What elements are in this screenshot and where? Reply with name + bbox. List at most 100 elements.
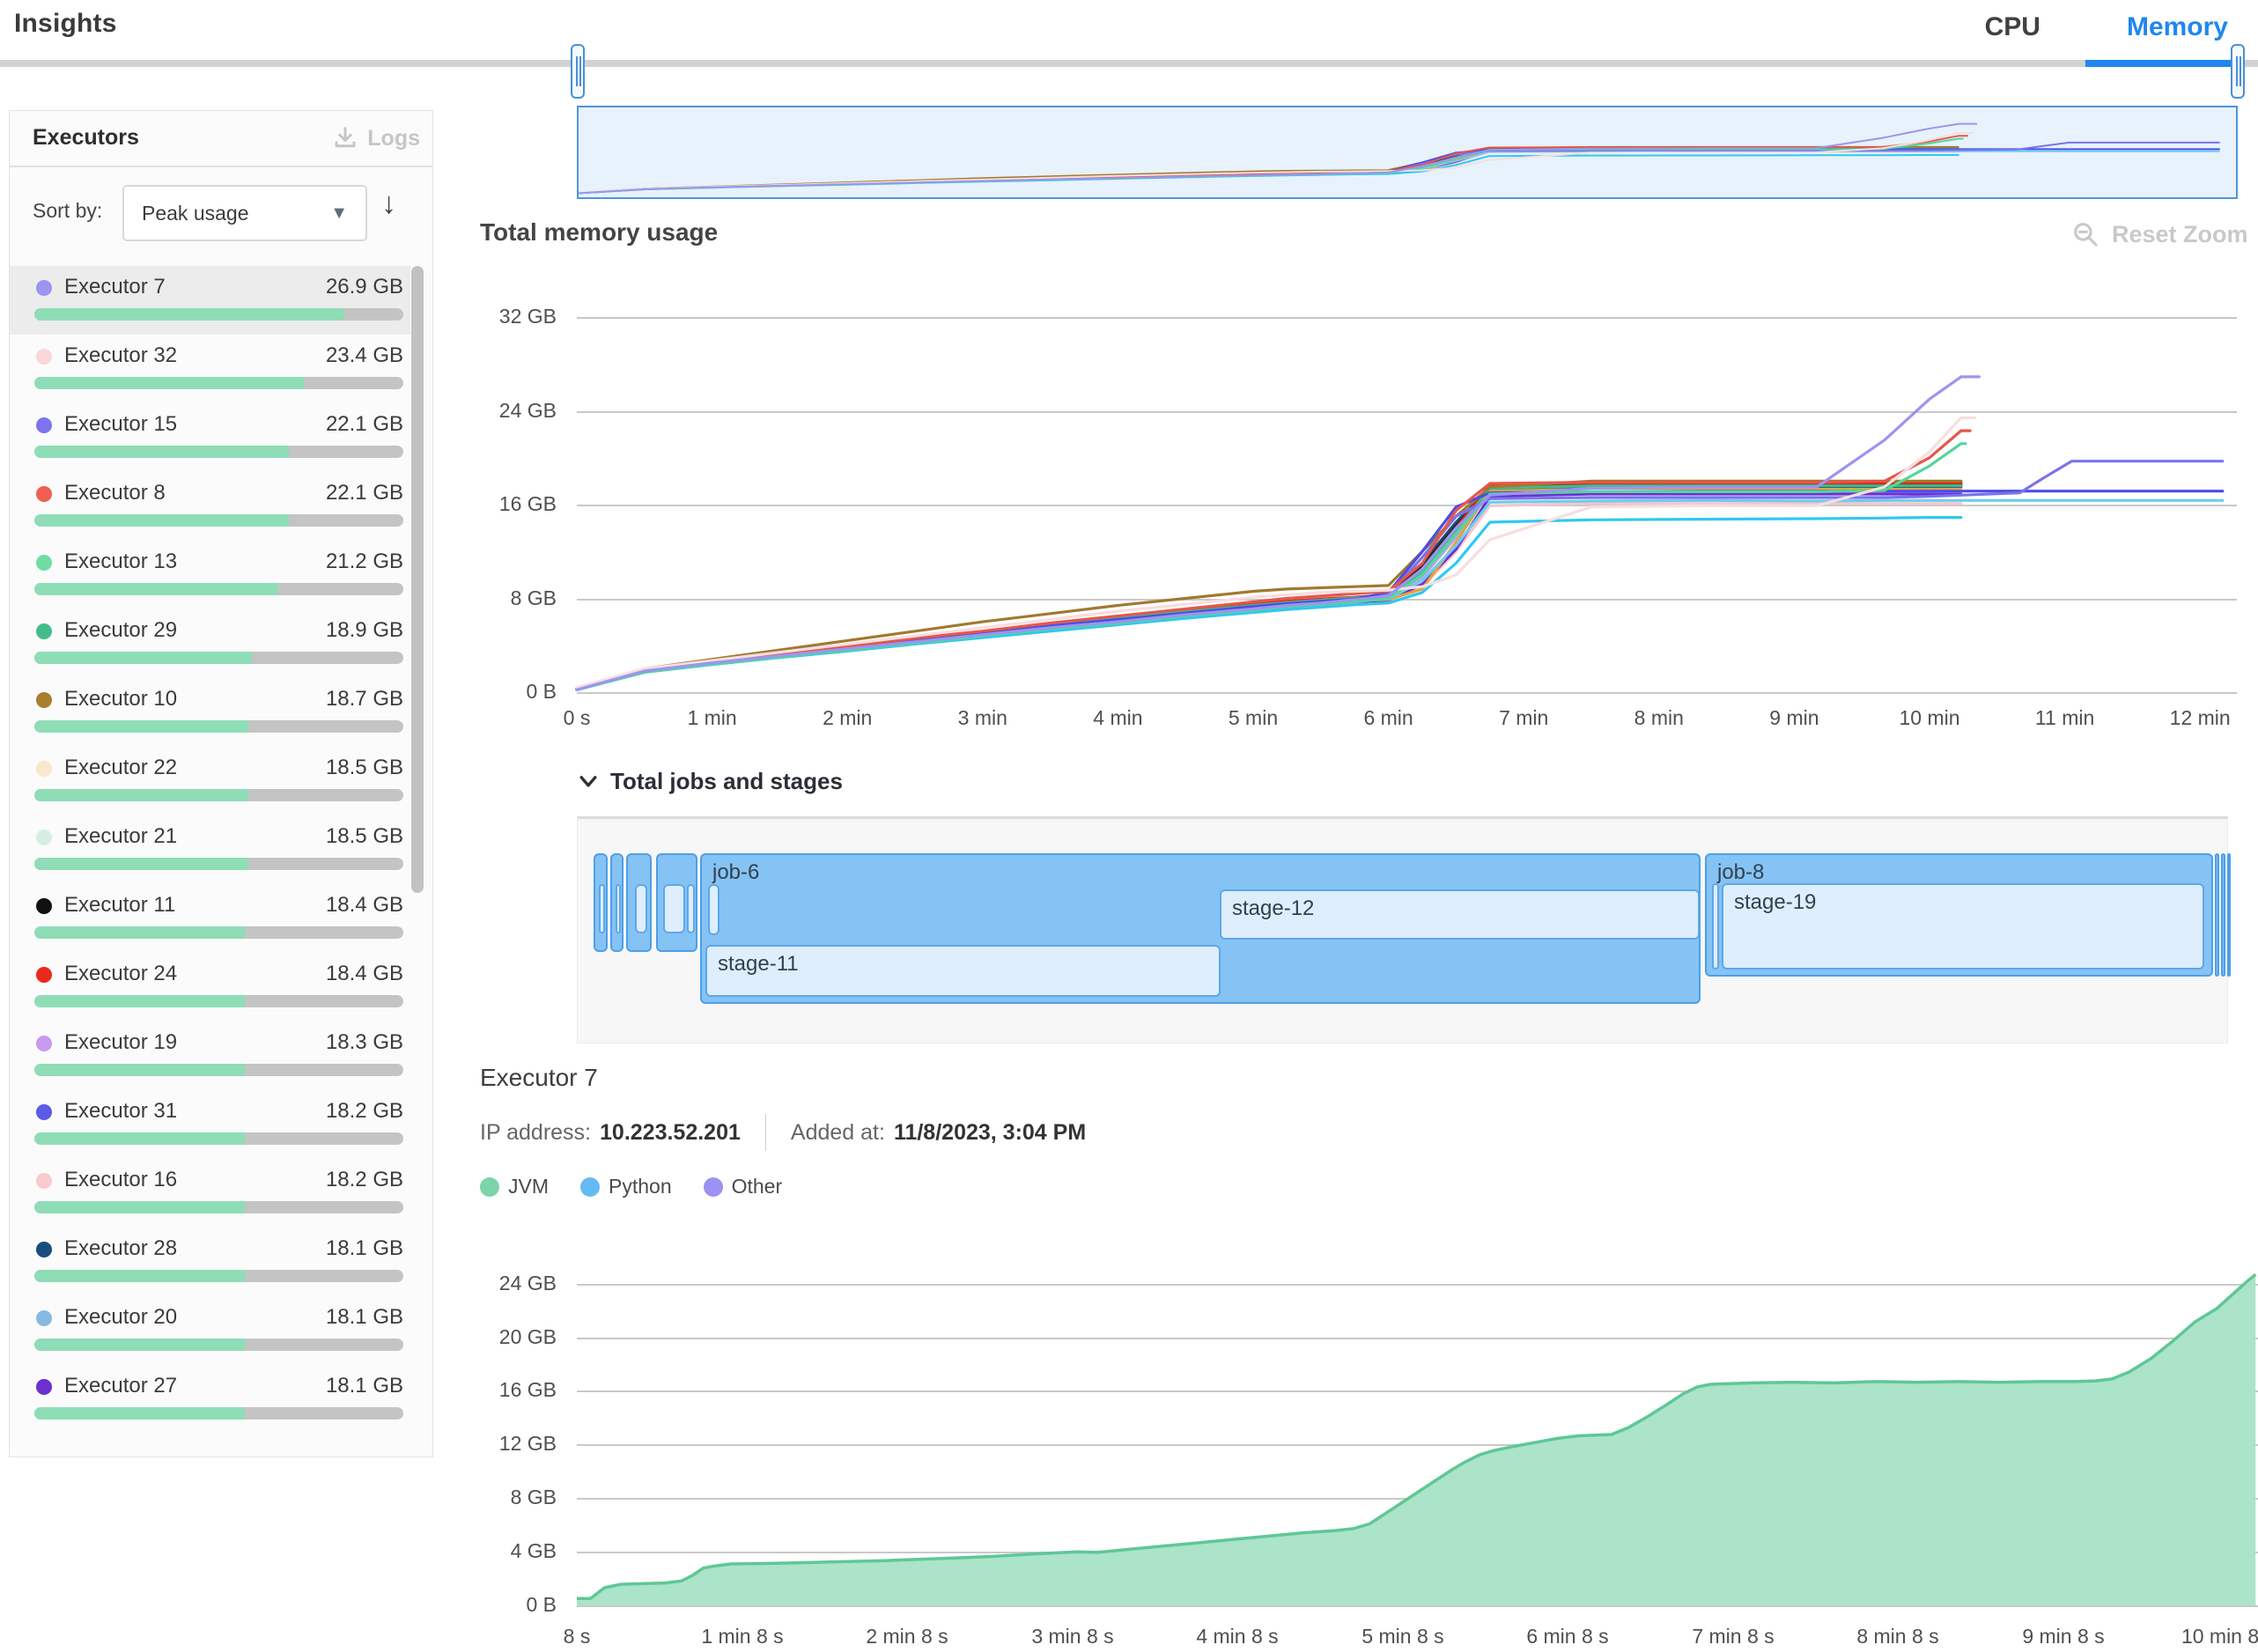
executor-list-item[interactable]: Executor 2418.4 GB (10, 953, 410, 1021)
x-axis-tick-label: 8 min (1589, 706, 1730, 730)
executor-memory-chart[interactable] (577, 1250, 2258, 1606)
executor-usage-bar-fill (34, 377, 304, 389)
stage-block[interactable] (1712, 883, 1719, 970)
job-block-job-6[interactable]: job-6stage-12stage-11 (700, 853, 1701, 1004)
executor-list-item[interactable]: Executor 2918.9 GB (10, 609, 410, 678)
executor-list-item[interactable]: Executor 1118.4 GB (10, 884, 410, 953)
executor-peak-value: 18.1 GB (326, 1374, 403, 1398)
jvm-memory-area (577, 1274, 2255, 1605)
executor-name: Executor 19 (64, 1030, 177, 1055)
stage-block[interactable] (687, 884, 695, 933)
executor-list-item[interactable]: Executor 31 18.2 GB (10, 1090, 410, 1159)
executor-peak-value: 18.1 GB (326, 1305, 403, 1330)
jobs-stages-label: Total jobs and stages (610, 768, 843, 795)
executor-peak-value: 22.1 GB (326, 481, 403, 505)
executor-list-item[interactable]: Executor 15 22.1 GB (10, 403, 410, 472)
executor-usage-bar-fill (34, 858, 248, 870)
memory-line-executor-11 (577, 484, 1961, 689)
memory-line-executor-7 (577, 377, 1979, 690)
jobs-stages-header[interactable]: Total jobs and stages (577, 768, 843, 795)
stage-block[interactable] (708, 884, 719, 935)
logs-button[interactable]: Logs (332, 125, 420, 151)
stage-label: stage-12 (1232, 896, 1314, 921)
executor-name: Executor 27 (64, 1374, 177, 1398)
executor-list-item[interactable]: Executor 2218.5 GB (10, 747, 410, 815)
executor-list-item[interactable]: Executor 8 22.1 GB (10, 472, 410, 541)
job-block[interactable] (594, 853, 608, 952)
executor-list-scrollbar[interactable] (411, 266, 424, 893)
executor-usage-bar (34, 1201, 403, 1213)
executor-list-item[interactable]: Executor 726.9 GB (10, 266, 410, 335)
total-memory-title: Total memory usage (480, 218, 718, 247)
executor-list-item[interactable]: Executor 27 18.1 GB (10, 1365, 410, 1434)
executor-usage-bar-fill (34, 446, 289, 458)
logs-button-label: Logs (367, 126, 420, 151)
brush-handle-left[interactable] (571, 44, 585, 99)
executor-list-item[interactable]: Executor 2018.1 GB (10, 1296, 410, 1365)
x-axis-tick-label: 1 min 8 s (672, 1625, 813, 1648)
x-axis-tick-label: 1 min (642, 706, 783, 730)
executor-name: Executor 15 (64, 412, 177, 437)
executor-name: Executor 16 (64, 1168, 177, 1192)
executor-peak-value: 18.3 GB (326, 1030, 403, 1055)
stage-block[interactable] (663, 884, 685, 933)
executor-peak-value: 18.2 GB (326, 1099, 403, 1124)
executor-list-item[interactable]: Executor 1018.7 GB (10, 678, 410, 747)
x-axis-tick-label: 5 min 8 s (1332, 1625, 1473, 1648)
executor-usage-bar (34, 583, 403, 595)
x-axis-tick-label: 10 min (1859, 706, 2000, 730)
executor-peak-value: 18.1 GB (326, 1236, 403, 1261)
meta-divider (765, 1114, 766, 1151)
ip-address-value: 10.223.52.201 (600, 1120, 741, 1146)
x-axis-tick-label: 7 min 8 s (1663, 1625, 1804, 1648)
legend-item-jvm: JVM (480, 1175, 549, 1198)
executor-list-item[interactable]: Executor 2118.5 GB (10, 815, 410, 884)
stage-block-stage-11[interactable]: stage-11 (705, 945, 1221, 997)
tab-cpu[interactable]: CPU (1973, 7, 2053, 48)
stage-block-stage-19[interactable]: stage-19 (1722, 883, 2204, 970)
executor-peak-value: 18.5 GB (326, 756, 403, 780)
executor-list-item[interactable]: Executor 1321.2 GB (10, 541, 410, 609)
executor-name: Executor 8 (64, 481, 166, 505)
x-axis-tick-label: 6 min (1318, 706, 1459, 730)
executor-list-item[interactable]: Executor 19 18.3 GB (10, 1021, 410, 1090)
executor-name: Executor 31 (64, 1099, 177, 1124)
job-block[interactable] (2215, 853, 2219, 977)
x-axis-tick-label: 3 min 8 s (1002, 1625, 1143, 1648)
reset-zoom-button[interactable]: Reset Zoom (2071, 220, 2248, 248)
executor-list-item[interactable]: Executor 1618.2 GB (10, 1159, 410, 1228)
executor-list-item[interactable]: Executor 2818.1 GB (10, 1228, 410, 1296)
zoom-out-icon (2071, 220, 2099, 248)
executor-list-item[interactable]: Executor 3223.4 GB (10, 335, 410, 403)
job-block[interactable] (2227, 853, 2231, 977)
job-block[interactable] (626, 853, 652, 952)
memory-line-executor-32 (577, 418, 1974, 688)
stage-block-stage-12[interactable]: stage-12 (1220, 889, 1700, 940)
job-block[interactable] (610, 853, 624, 952)
sort-select[interactable]: Peak usage ▼ (122, 185, 367, 241)
stage-block[interactable] (635, 884, 647, 933)
brush-handle-right[interactable] (2231, 44, 2245, 99)
tab-memory[interactable]: Memory (2114, 7, 2240, 48)
x-axis-tick-label: 2 min (777, 706, 918, 730)
x-axis-tick-label: 6 min 8 s (1497, 1625, 1638, 1648)
executor-usage-bar (34, 720, 403, 733)
executor-name: Executor 10 (64, 687, 177, 712)
job-block[interactable] (2221, 853, 2225, 977)
stage-block[interactable] (616, 884, 621, 933)
y-axis-tick-label: 8 GB (460, 1486, 557, 1509)
total-memory-chart[interactable] (577, 308, 2237, 696)
executor-peak-value: 22.1 GB (326, 412, 403, 437)
job-block[interactable] (656, 853, 697, 952)
job-block-job-8[interactable]: job-8stage-19 (1705, 853, 2213, 977)
stage-block[interactable] (599, 884, 605, 933)
brush-overview[interactable] (577, 106, 2238, 199)
executor-color-dot (36, 1379, 52, 1395)
sort-direction-button[interactable]: ↓ (381, 187, 396, 221)
executor-usage-bar (34, 789, 403, 801)
executor-color-dot (36, 555, 52, 571)
executor-usage-bar (34, 926, 403, 939)
brush-line (579, 124, 1977, 194)
y-axis-tick-label: 8 GB (460, 586, 557, 610)
x-axis-tick-label: 9 min (1723, 706, 1864, 730)
